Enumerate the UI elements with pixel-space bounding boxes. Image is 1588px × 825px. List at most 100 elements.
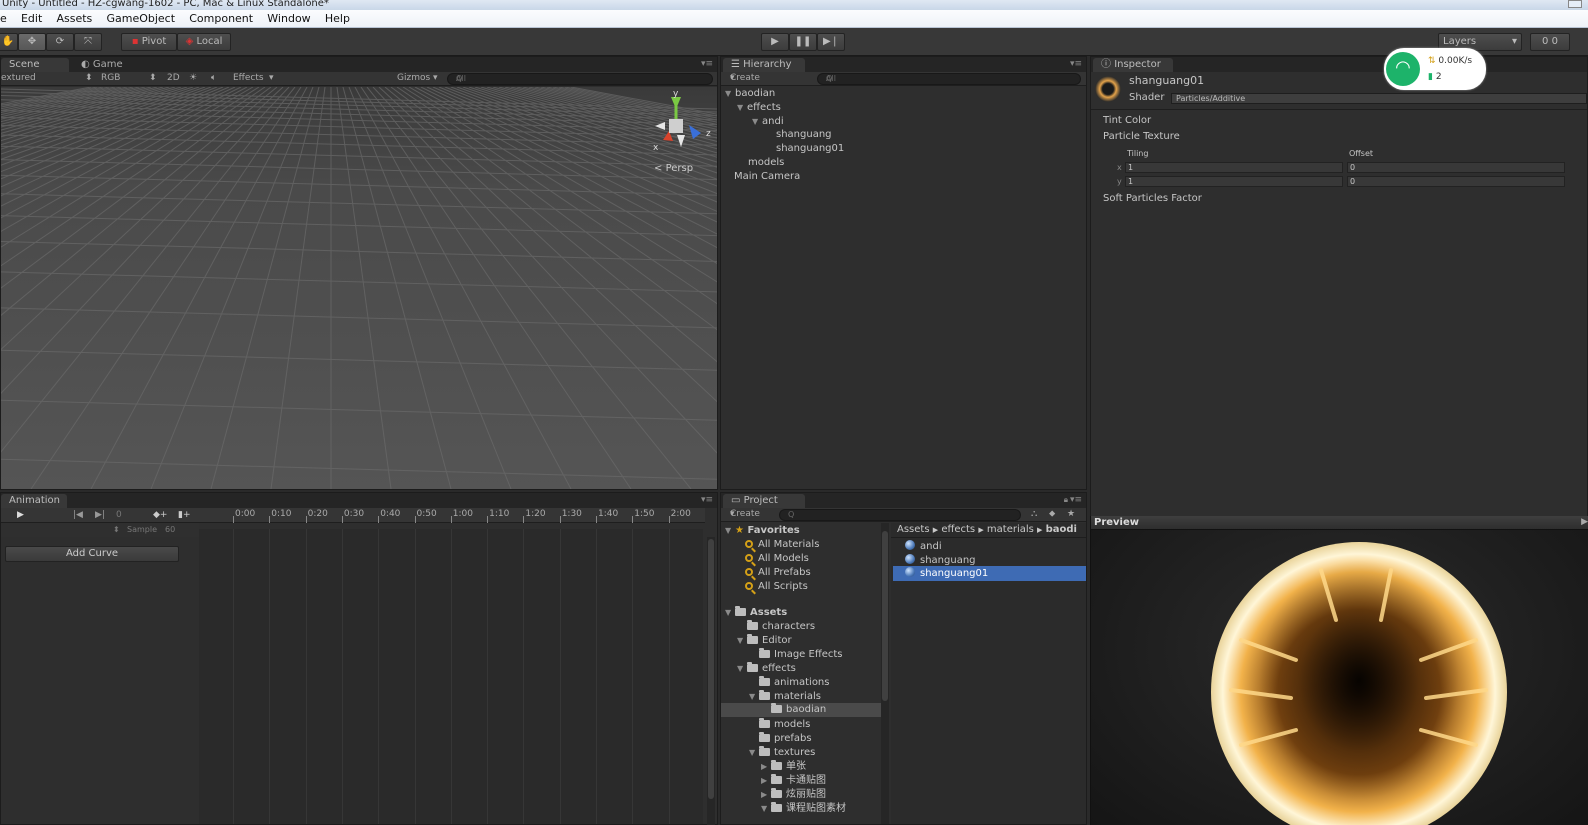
expand-down-icon[interactable]: ▼	[725, 88, 735, 100]
favorite-all-scripts[interactable]: All Scripts	[745, 581, 808, 593]
menu-component[interactable]: Component	[189, 10, 253, 28]
hierarchy-item-baodian[interactable]: ▼ baodian	[725, 88, 775, 100]
offset-y-field[interactable]: 0	[1347, 176, 1565, 187]
tab-hierarchy[interactable]: ☰ Hierarchy	[723, 58, 805, 72]
anim-next-keyframe-icon[interactable]: ▶|	[95, 510, 105, 520]
expand-down-icon[interactable]: ▼	[749, 747, 759, 759]
menu-help[interactable]: Help	[325, 10, 350, 28]
local-toggle[interactable]: ◈ Local	[177, 33, 231, 51]
panel-menu-icon[interactable]: ▾≡	[1070, 59, 1082, 69]
scale-tool-button[interactable]: ⤧	[74, 33, 102, 51]
add-event-icon[interactable]: ▮+	[178, 510, 191, 520]
scene-viewport[interactable]: y z x < Persp	[1, 87, 717, 489]
layout-dropdown[interactable]: 0 0	[1530, 33, 1570, 51]
hierarchy-item-effects[interactable]: ▼ effects	[737, 102, 781, 114]
tiling-x-field[interactable]: 1	[1125, 162, 1343, 173]
tree-item-course[interactable]: ▼ 课程贴图素材	[761, 802, 846, 815]
expand-down-icon[interactable]: ▼	[725, 607, 735, 619]
tree-item-editor[interactable]: ▼ Editor	[737, 634, 792, 647]
menu-gameobject[interactable]: GameObject	[106, 10, 175, 28]
sample-field[interactable]: 60	[165, 525, 175, 534]
add-curve-button[interactable]: Add Curve	[5, 546, 179, 562]
projection-toggle[interactable]: < Persp	[654, 163, 693, 174]
preview-viewport[interactable]	[1091, 530, 1588, 825]
lock-icon[interactable]: 🔒︎	[1064, 495, 1068, 505]
tree-item-baodian[interactable]: baodian	[721, 703, 881, 717]
project-search-input[interactable]: Q	[779, 509, 1021, 521]
timeline-area[interactable]	[199, 529, 703, 824]
play-button[interactable]: ▶	[761, 33, 789, 51]
hierarchy-item-main-camera[interactable]: Main Camera	[734, 171, 800, 183]
tab-animation[interactable]: Animation	[1, 494, 67, 508]
move-tool-button[interactable]: ✥	[18, 33, 46, 51]
menu-file[interactable]: e	[0, 10, 7, 28]
add-keyframe-icon[interactable]: ◆+	[153, 510, 167, 520]
tree-item-animations[interactable]: animations	[759, 676, 829, 689]
assets-header[interactable]: ▼ Assets	[725, 606, 787, 619]
project-tree-scroll-thumb[interactable]	[882, 531, 888, 701]
project-create-dropdown[interactable]: Create ▾	[730, 508, 760, 521]
tree-item-cartoon[interactable]: ▶ 卡通贴图	[761, 774, 826, 787]
menu-edit[interactable]: Edit	[21, 10, 42, 28]
expand-down-icon[interactable]: ▼	[749, 691, 759, 703]
tab-inspector[interactable]: ⓘ Inspector	[1093, 58, 1173, 72]
favorite-all-prefabs[interactable]: All Prefabs	[745, 567, 811, 579]
scene-gizmo[interactable]: y z x	[651, 89, 711, 155]
hierarchy-item-andi[interactable]: ▼ andi	[752, 116, 784, 128]
favorite-all-materials[interactable]: All Materials	[745, 539, 819, 551]
breadcrumb-assets[interactable]: Assets	[897, 524, 930, 535]
offset-x-field[interactable]: 0	[1347, 162, 1565, 173]
filter-type-icon[interactable]: ⛬	[1031, 508, 1037, 521]
favorite-star-icon[interactable]: ★	[1067, 508, 1075, 521]
file-item-andi[interactable]: andi	[905, 540, 942, 553]
pause-button[interactable]: ❚❚	[789, 33, 817, 51]
expand-down-icon[interactable]: ▼	[737, 102, 747, 114]
expand-right-icon[interactable]: ▶	[761, 761, 771, 773]
breadcrumb-effects[interactable]: effects	[941, 524, 975, 535]
expand-down-icon[interactable]: ▼	[737, 635, 747, 647]
tab-scene[interactable]: Scene	[1, 58, 69, 72]
hierarchy-item-models[interactable]: models	[748, 157, 784, 169]
preview-header[interactable]: Preview ▶	[1091, 516, 1588, 530]
anim-prev-keyframe-icon[interactable]: |◀	[73, 510, 83, 520]
favorites-header[interactable]: ▼ ★ Favorites	[725, 525, 800, 537]
breadcrumb-materials[interactable]: materials	[987, 524, 1034, 535]
gizmos-dropdown[interactable]: Gizmos	[397, 72, 430, 85]
breadcrumb-baodian[interactable]: baodi	[1046, 524, 1077, 535]
window-minimize-button[interactable]	[1568, 0, 1582, 8]
tiling-y-field[interactable]: 1	[1125, 176, 1343, 187]
tree-item-single[interactable]: ▶ 单张	[761, 760, 806, 773]
mode-2d-toggle[interactable]: 2D	[167, 72, 180, 85]
tab-game[interactable]: ◐ Game	[73, 58, 131, 72]
file-item-shanguang01[interactable]: shanguang01	[893, 566, 1086, 581]
expand-down-icon[interactable]: ▼	[761, 803, 771, 815]
project-tree-scrollbar[interactable]	[881, 523, 889, 824]
tab-project[interactable]: ▭ Project	[723, 494, 805, 508]
anim-frame-field[interactable]: 0	[116, 510, 122, 520]
tree-item-fancy[interactable]: ▶ 炫丽贴图	[761, 788, 826, 801]
pivot-toggle[interactable]: ▪ Pivot	[121, 33, 177, 51]
hand-tool-button[interactable]: ✋	[0, 33, 18, 51]
expand-right-icon[interactable]: ▶	[761, 789, 771, 801]
tree-item-models[interactable]: models	[759, 718, 810, 731]
hierarchy-search-input[interactable]: Q All	[817, 73, 1081, 85]
tree-item-characters[interactable]: characters	[747, 620, 815, 633]
scene-search-input[interactable]: Q All	[447, 73, 713, 85]
menu-assets[interactable]: Assets	[56, 10, 92, 28]
panel-menu-icon[interactable]: ▾≡	[701, 59, 713, 69]
expand-down-icon[interactable]: ▼	[725, 525, 735, 537]
anim-play-icon[interactable]: ▶	[17, 510, 24, 520]
expand-down-icon[interactable]: ▼	[752, 116, 762, 128]
tree-item-prefabs[interactable]: prefabs	[759, 732, 812, 745]
timeline-scroll-thumb[interactable]	[708, 539, 714, 799]
lighting-icon[interactable]: ☀	[189, 72, 197, 85]
timeline-scrollbar[interactable]	[707, 537, 715, 825]
favorite-all-models[interactable]: All Models	[745, 553, 809, 565]
panel-menu-icon[interactable]: ▾≡	[701, 495, 713, 505]
tree-item-materials[interactable]: ▼ materials	[749, 690, 821, 703]
render-mode-dropdown[interactable]: RGB	[101, 72, 120, 85]
step-button[interactable]: ▶❘	[817, 33, 845, 51]
menu-window[interactable]: Window	[267, 10, 310, 28]
filter-label-icon[interactable]: ⬥	[1049, 508, 1055, 521]
expand-down-icon[interactable]: ▼	[737, 663, 747, 675]
